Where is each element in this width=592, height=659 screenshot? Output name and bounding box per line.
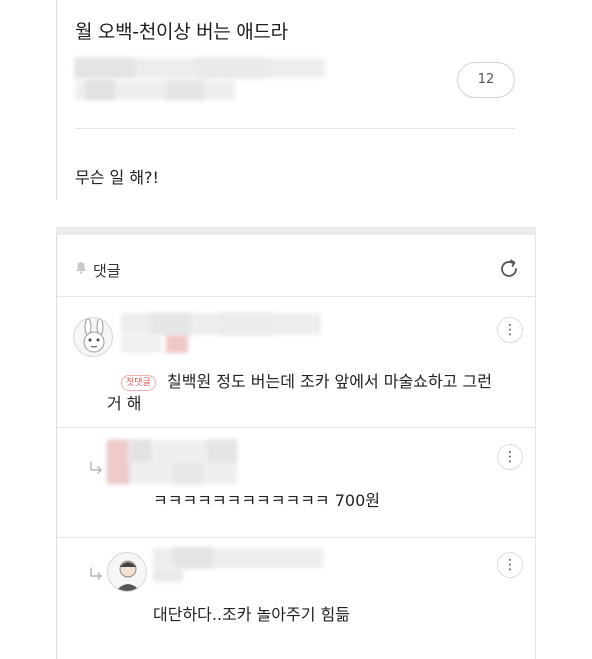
post-body: 무슨 일 해?! bbox=[75, 168, 159, 187]
more-vertical-icon: ⋮ bbox=[503, 449, 517, 465]
refresh-icon[interactable] bbox=[497, 257, 521, 281]
more-vertical-icon: ⋮ bbox=[503, 557, 517, 573]
blurred-author-info bbox=[75, 58, 325, 100]
blurred-username bbox=[121, 313, 321, 357]
post-title: 월 오백-천이상 버는 애드라 bbox=[75, 21, 288, 43]
comment-text: 대단하다..조카 놀아주기 힘듦 bbox=[153, 605, 350, 624]
comment-text: ㅋㅋㅋㅋㅋㅋㅋㅋㅋㅋㅋㅋ 700원 bbox=[153, 491, 380, 510]
comment-text: 칠백원 정도 버는데 조카 앞에서 마술쇼하고 그런 거 해 bbox=[107, 372, 492, 413]
comments-panel: 댓글 ⋮ 첫댓글 칠백원 정도 버는데 조카 앞에서 마술쇼하고 그런 거 해 … bbox=[56, 235, 536, 659]
comment-item: ⋮ 대단하다..조카 놀아주기 힘듦 bbox=[57, 538, 535, 659]
blurred-username bbox=[107, 440, 237, 484]
comment-menu-button[interactable]: ⋮ bbox=[497, 552, 523, 578]
more-vertical-icon: ⋮ bbox=[503, 322, 517, 338]
comment-menu-button[interactable]: ⋮ bbox=[497, 444, 523, 470]
comment-item: ⋮ 첫댓글 칠백원 정도 버는데 조카 앞에서 마술쇼하고 그런 거 해 bbox=[57, 297, 535, 428]
blurred-username bbox=[153, 548, 323, 584]
comment-item: ⋮ ㅋㅋㅋㅋㅋㅋㅋㅋㅋㅋㅋㅋ 700원 bbox=[57, 428, 535, 538]
reply-arrow-icon bbox=[90, 567, 102, 580]
comment-count-bubble[interactable]: 12 bbox=[457, 62, 515, 98]
comment-menu-button[interactable]: ⋮ bbox=[497, 317, 523, 343]
rabbit-character-icon[interactable] bbox=[73, 317, 113, 357]
comments-header: 댓글 bbox=[57, 235, 535, 297]
reply-arrow-icon bbox=[90, 461, 102, 474]
cartoon-person-icon[interactable] bbox=[107, 552, 147, 592]
section-separator bbox=[56, 227, 536, 235]
post-card: 월 오백-천이상 버는 애드라 12 무슨 일 해?! bbox=[56, 0, 536, 200]
post-divider bbox=[75, 128, 515, 129]
comments-label: 댓글 bbox=[93, 262, 121, 280]
bell-icon bbox=[76, 262, 86, 274]
